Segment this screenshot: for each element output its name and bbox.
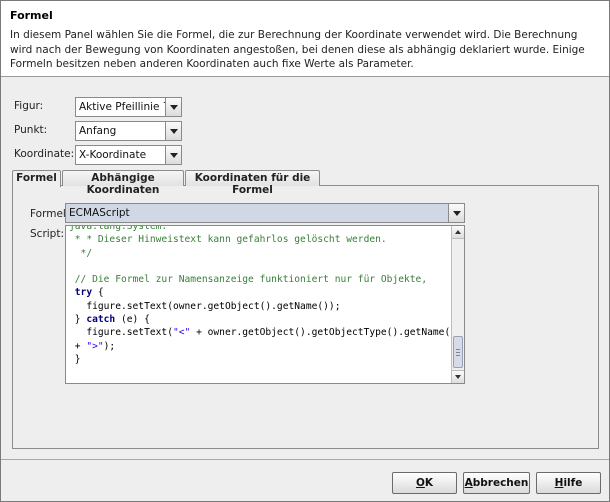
scroll-thumb[interactable] [453,336,463,368]
script-code[interactable]: java.lang.System. * * Dieser Hinweistext… [66,225,456,366]
abbrechen-button[interactable]: Abbrechen [463,472,530,494]
punkt-combobox[interactable]: Anfang [75,121,182,141]
script-editor[interactable]: java.lang.System. * * Dieser Hinweistext… [65,225,465,384]
chevron-down-icon[interactable] [165,122,181,140]
figur-combobox[interactable]: Aktive Pfeillinie 705 [75,97,182,117]
script-label: Script: [30,228,64,240]
chevron-down-icon[interactable] [165,146,181,164]
tab-abhaengige-koordinaten[interactable]: Abhängige Koordinaten [62,170,184,196]
script-line: } catch (e) { [69,314,150,326]
footer-divider [1,459,609,460]
script-line: try { [69,287,104,299]
hilfe-button[interactable]: Hilfe [536,472,601,494]
formel-value: ECMAScript [66,204,448,222]
script-line: java.lang.System. [69,225,168,232]
ok-button[interactable]: OK [392,472,457,494]
tab-koordinaten-fuer-formel[interactable]: Koordinaten für die Formel [185,170,320,196]
koordinate-combobox[interactable]: X-Koordinate [75,145,182,165]
scroll-down-icon[interactable] [452,370,464,383]
dialog: Formel In diesem Panel wählen Sie die Fo… [0,0,610,502]
ok-mnemonic: O [415,477,425,489]
abbrechen-mnemonic: A [464,477,473,489]
abbrechen-label-rest: bbrechen [472,477,529,489]
formel-combobox[interactable]: ECMAScript [65,203,465,223]
script-line [69,260,452,273]
script-line: // Die Formel zur Namensanzeige funktion… [69,274,428,286]
hilfe-label-rest: ilfe [563,477,583,489]
header-description: In diesem Panel wählen Sie die Formel, d… [10,29,585,70]
formel-label: Formel: [30,208,70,220]
punkt-label: Punkt: [14,124,48,136]
script-line: */ [69,247,93,259]
script-line: * * Dieser Hinweistext kann gefahrlos ge… [69,234,387,246]
figur-label: Figur: [14,100,44,112]
figur-value: Aktive Pfeillinie 705 [79,101,165,113]
script-scrollbar[interactable] [451,226,464,383]
koordinate-label: Koordinate: [14,148,75,160]
header-title: Formel [10,9,53,22]
tab-formel[interactable]: Formel [12,170,61,187]
script-line: figure.setText(owner.getObject().getName… [69,300,341,312]
ok-label-rest: K [424,477,434,489]
koordinate-row: Koordinate: [14,145,74,165]
header-panel: Formel In diesem Panel wählen Sie die Fo… [1,1,609,77]
chevron-down-icon[interactable] [448,204,464,222]
punkt-value: Anfang [79,125,117,137]
koordinate-value: X-Koordinate [79,149,147,161]
punkt-row: Punkt: [14,121,74,141]
scroll-up-icon[interactable] [452,226,464,239]
chevron-down-icon[interactable] [165,98,181,116]
script-line: + ">"); [69,340,116,352]
script-line: } [69,353,81,365]
script-line: figure.setText("<" + owner.getObject().g… [69,327,456,339]
